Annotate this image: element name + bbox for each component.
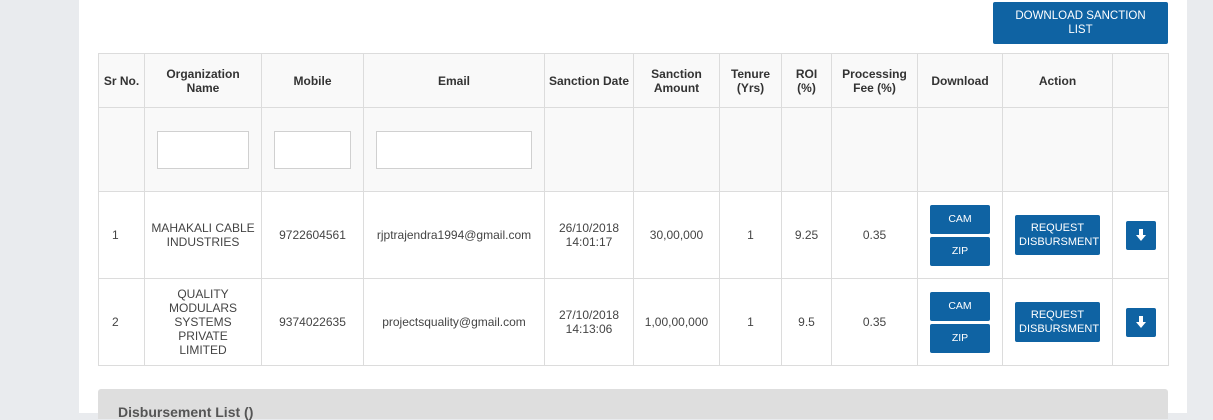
disbursement-list-title: Disbursement List ()	[118, 404, 254, 420]
mobile-cell: 9374022635	[261, 278, 364, 366]
email-cell: projectsquality@gmail.com	[363, 278, 545, 366]
email-cell: rjptrajendra1994@gmail.com	[363, 191, 545, 279]
sr-cell: 2	[98, 278, 145, 366]
row-download-button[interactable]	[1125, 307, 1156, 337]
table-row: 1 MAHAKALI CABLE INDUSTRIES 9722604561 r…	[98, 191, 1169, 279]
processing-fee-cell: 0.35	[831, 278, 918, 366]
filter-cell-empty	[831, 107, 918, 192]
col-header-mobile[interactable]: Mobile	[261, 53, 364, 108]
row-download-cell	[1112, 278, 1169, 366]
request-disbursment-button[interactable]: REQUEST DISBURSMENT	[1015, 215, 1100, 255]
cam-button[interactable]: CAM	[930, 204, 990, 234]
download-arrow-icon	[1135, 315, 1146, 328]
col-header-email[interactable]: Email	[363, 53, 545, 108]
filter-cell-empty	[98, 107, 145, 192]
organization-filter-input[interactable]	[157, 130, 249, 169]
email-filter-input[interactable]	[376, 130, 532, 169]
col-header-processing-fee[interactable]: Processing Fee (%)	[831, 53, 918, 108]
tenure-cell: 1	[719, 191, 782, 279]
col-header-sanction-amount[interactable]: Sanction Amount	[633, 53, 720, 108]
filter-cell-empty	[1002, 107, 1113, 192]
col-header-download: Download	[917, 53, 1003, 108]
filter-row	[98, 107, 1169, 192]
sanction-date-cell: 27/10/2018 14:13:06	[544, 278, 634, 366]
header-row: Sr No. Organization Name Mobile Email Sa…	[98, 53, 1169, 108]
download-sanction-list-button[interactable]: DOWNLOAD SANCTION LIST	[993, 2, 1168, 44]
filter-cell-empty	[1112, 107, 1169, 192]
action-cell: REQUEST DISBURSMENT	[1002, 278, 1113, 366]
table-row: 2 QUALITY MODULARS SYSTEMS PRIVATE LIMIT…	[98, 278, 1169, 366]
download-cell: CAM ZIP	[917, 278, 1003, 366]
filter-cell-empty	[633, 107, 720, 192]
organization-cell: QUALITY MODULARS SYSTEMS PRIVATE LIMITED	[144, 278, 262, 366]
sanction-amount-cell: 1,00,00,000	[633, 278, 720, 366]
filter-cell-mobile	[261, 107, 364, 192]
zip-button[interactable]: ZIP	[930, 323, 990, 353]
filter-cell-empty	[544, 107, 634, 192]
zip-button[interactable]: ZIP	[930, 236, 990, 266]
col-header-sanction-date[interactable]: Sanction Date	[544, 53, 634, 108]
col-header-tenure[interactable]: Tenure (Yrs)	[719, 53, 782, 108]
col-header-roi[interactable]: ROI (%)	[781, 53, 832, 108]
sr-cell: 1	[98, 191, 145, 279]
col-header-organization[interactable]: Organization Name	[144, 53, 262, 108]
sanction-table: Sr No. Organization Name Mobile Email Sa…	[98, 53, 1169, 366]
cam-button[interactable]: CAM	[930, 291, 990, 321]
filter-cell-empty	[719, 107, 782, 192]
mobile-cell: 9722604561	[261, 191, 364, 279]
right-gutter	[1187, 0, 1213, 413]
sanction-date-cell: 26/10/2018 14:01:17	[544, 191, 634, 279]
processing-fee-cell: 0.35	[831, 191, 918, 279]
disbursement-list-header[interactable]: Disbursement List ()	[98, 389, 1168, 420]
filter-cell-organization	[144, 107, 262, 192]
tenure-cell: 1	[719, 278, 782, 366]
row-download-cell	[1112, 191, 1169, 279]
organization-cell: MAHAKALI CABLE INDUSTRIES	[144, 191, 262, 279]
filter-cell-email	[363, 107, 545, 192]
filter-cell-empty	[781, 107, 832, 192]
mobile-filter-input[interactable]	[274, 130, 351, 169]
request-disbursment-button[interactable]: REQUEST DISBURSMENT	[1015, 302, 1100, 342]
col-header-extra	[1112, 53, 1169, 108]
col-header-action: Action	[1002, 53, 1113, 108]
download-cell: CAM ZIP	[917, 191, 1003, 279]
row-download-button[interactable]	[1125, 220, 1156, 250]
col-header-sr[interactable]: Sr No.	[98, 53, 145, 108]
filter-cell-empty	[917, 107, 1003, 192]
download-arrow-icon	[1135, 228, 1146, 241]
sanction-amount-cell: 30,00,000	[633, 191, 720, 279]
action-cell: REQUEST DISBURSMENT	[1002, 191, 1113, 279]
roi-cell: 9.25	[781, 191, 832, 279]
roi-cell: 9.5	[781, 278, 832, 366]
